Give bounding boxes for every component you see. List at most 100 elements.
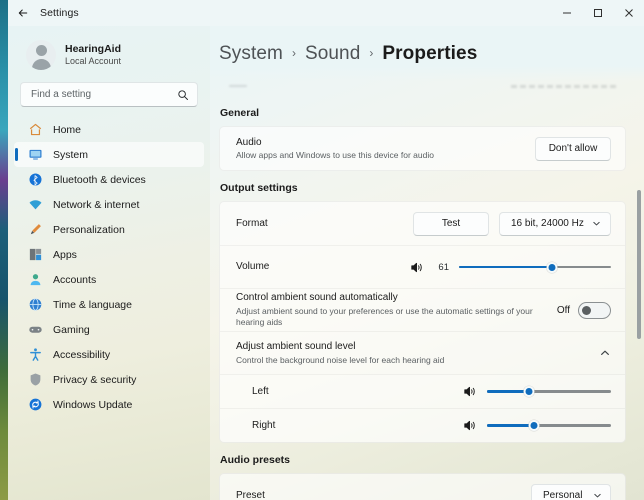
sidebar-item-accounts[interactable]: Accounts	[14, 267, 204, 292]
speaker-icon	[409, 260, 424, 275]
section-title-general: General	[220, 107, 260, 119]
sidebar-item-label: Network & internet	[53, 198, 140, 211]
ambient-left-slider[interactable]	[487, 383, 611, 401]
general-card: Audio Allow apps and Windows to use this…	[219, 126, 626, 171]
settings-scroll-region: General Audio Allow apps and Windows to …	[210, 26, 644, 500]
account-block[interactable]: HearingAid Local Account	[14, 26, 204, 80]
format-row-text: Format	[236, 217, 403, 231]
ambient-auto-row: Control ambient sound automatically Adju…	[220, 288, 625, 331]
preset-row: Preset Personal	[220, 474, 625, 500]
chevron-down-icon	[592, 219, 601, 228]
minimize-button[interactable]	[551, 0, 582, 26]
chevron-down-icon	[593, 491, 602, 500]
sidebar-item-network-internet[interactable]: Network & internet	[14, 192, 204, 217]
close-button[interactable]	[613, 0, 644, 26]
sidebar-item-label: Accounts	[53, 273, 97, 286]
preset-dropdown[interactable]: Personal	[531, 483, 611, 500]
section-title-output-settings: Output settings	[220, 182, 298, 194]
ambient-auto-title: Control ambient sound automatically	[236, 292, 398, 304]
speaker-icon	[462, 384, 477, 399]
search-box[interactable]	[20, 82, 198, 107]
ambient-auto-state-label: Off	[556, 304, 570, 316]
ambient-right-row: Right	[220, 408, 625, 442]
ambient-auto-toggle[interactable]	[578, 301, 611, 319]
volume-title: Volume	[236, 261, 270, 273]
sidebar-item-windows-update[interactable]: Windows Update	[14, 392, 204, 417]
sidebar-item-system[interactable]: System	[14, 142, 204, 167]
ambient-right-thumb[interactable]	[528, 420, 540, 431]
sidebar-item-gaming[interactable]: Gaming	[14, 317, 204, 342]
audio-row: Audio Allow apps and Windows to use this…	[220, 127, 625, 170]
preset-title: Preset	[236, 489, 265, 500]
sidebar-item-label: Time & language	[53, 298, 132, 311]
bluetooth-icon	[27, 172, 43, 188]
volume-row-text: Volume	[236, 260, 399, 274]
clock-globe-icon	[27, 297, 43, 313]
back-arrow-icon[interactable]	[8, 0, 38, 26]
preset-row-text: Preset	[236, 489, 521, 500]
accessibility-icon	[27, 347, 43, 363]
ambient-level-text: Adjust ambient sound level Control the b…	[236, 340, 589, 366]
shield-icon	[27, 372, 43, 388]
sidebar-item-label: Accessibility	[53, 348, 111, 361]
sidebar-item-apps[interactable]: Apps	[14, 242, 204, 267]
content-area: General Audio Allow apps and Windows to …	[210, 26, 644, 500]
search-input[interactable]	[31, 89, 177, 100]
account-text: HearingAid Local Account	[65, 43, 121, 68]
sidebar-item-home[interactable]: Home	[14, 117, 204, 142]
system-icon	[27, 147, 43, 163]
sidebar-item-label: Bluetooth & devices	[53, 173, 146, 186]
audio-subtitle: Allow apps and Windows to use this devic…	[236, 150, 434, 161]
preset-dropdown-value: Personal	[543, 490, 583, 500]
ambient-auto-text: Control ambient sound automatically Adju…	[236, 291, 547, 328]
audio-row-text: Audio Allow apps and Windows to use this…	[236, 136, 525, 162]
ambient-level-subtitle: Control the background noise level for e…	[236, 354, 445, 365]
format-dropdown[interactable]: 16 bit, 24000 Hz	[499, 211, 611, 236]
volume-slider-fill	[459, 265, 552, 269]
sidebar-item-accessibility[interactable]: Accessibility	[14, 342, 204, 367]
audio-title: Audio	[236, 136, 262, 148]
audio-presets-card: Preset Personal	[219, 473, 626, 500]
sidebar-item-privacy-security[interactable]: Privacy & security	[14, 367, 204, 392]
maximize-button[interactable]	[582, 0, 613, 26]
breadcrumb-segment-sound[interactable]: Sound	[305, 43, 360, 65]
volume-slider[interactable]	[459, 258, 611, 276]
output-settings-card: Format Test 16 bit, 24000 Hz Volume 61 C…	[219, 201, 626, 443]
content-scrollbar[interactable]	[636, 83, 642, 496]
format-title: Format	[236, 217, 268, 229]
test-button[interactable]: Test	[413, 211, 489, 236]
ambient-right-slider[interactable]	[487, 417, 611, 435]
breadcrumb-segment-system[interactable]: System	[219, 43, 283, 65]
sidebar: HearingAid Local Account Find a setting …	[8, 26, 210, 500]
ambient-left-thumb[interactable]	[523, 386, 535, 397]
breadcrumb-separator: ›	[291, 45, 296, 60]
scrolled-off-row	[219, 81, 626, 97]
title-bar: Settings	[8, 0, 644, 26]
ambient-left-row: Left	[220, 374, 625, 408]
window-title: Settings	[40, 7, 79, 19]
sidebar-item-time-language[interactable]: Time & language	[14, 292, 204, 317]
ambient-left-text: Left	[252, 385, 452, 399]
chevron-up-icon[interactable]	[599, 347, 611, 359]
toggle-knob	[582, 305, 591, 315]
ambient-level-expander[interactable]: Adjust ambient sound level Control the b…	[220, 331, 625, 374]
scrollbar-thumb[interactable]	[637, 190, 641, 340]
volume-slider-thumb[interactable]	[546, 261, 558, 273]
ambient-level-title: Adjust ambient sound level	[236, 341, 356, 353]
accounts-icon	[27, 272, 43, 288]
section-title-audio-presets: Audio presets	[220, 454, 291, 466]
sidebar-item-label: Windows Update	[53, 398, 133, 411]
sidebar-item-label: System	[53, 148, 89, 161]
volume-row: Volume 61	[220, 245, 625, 288]
sidebar-item-personalization[interactable]: Personalization	[14, 217, 204, 242]
format-row: Format Test 16 bit, 24000 Hz	[220, 202, 625, 245]
sidebar-item-label: Personalization	[53, 223, 125, 236]
ambient-auto-subtitle: Adjust ambient sound to your preferences…	[236, 305, 533, 328]
gamepad-icon	[27, 322, 43, 338]
settings-window: Settings HearingAid Local Account Find a…	[8, 0, 644, 500]
dont-allow-button[interactable]: Don't allow	[535, 136, 611, 161]
apps-icon	[27, 247, 43, 263]
sidebar-item-bluetooth-devices[interactable]: Bluetooth & devices	[14, 167, 204, 192]
sidebar-nav: Home System Bluetooth & devices Network …	[14, 117, 204, 500]
breadcrumb-separator: ›	[369, 45, 374, 60]
